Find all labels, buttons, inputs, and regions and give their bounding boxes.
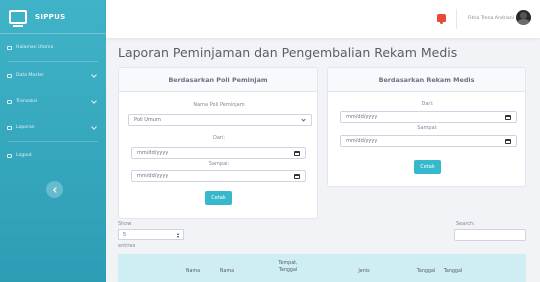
- dari-label: Dari:: [212, 135, 226, 141]
- sampai-placeholder: mm/dd/yyyy: [137, 173, 169, 179]
- sidebar-toggle-button[interactable]: [46, 181, 63, 198]
- entries-label: entries: [118, 243, 136, 249]
- user-name[interactable]: Fitria Trena Andriani: [468, 16, 514, 21]
- card-header: Berdasarkan Rekam Medis: [328, 68, 525, 92]
- sidebar-item-data-master[interactable]: Data Master: [0, 64, 106, 87]
- brand-name: SIPPUS: [35, 12, 66, 21]
- topbar-divider: [456, 9, 457, 29]
- sidebar-item-transaksi[interactable]: Transaksi: [0, 90, 106, 113]
- sampai-placeholder: mm/dd/yyyy: [346, 138, 378, 144]
- folder-icon: [7, 73, 12, 78]
- sidebar-item-label: Transaksi: [16, 99, 38, 104]
- card-poli-peminjam: Berdasarkan Poli Peminjam Nama Poli Pemi…: [118, 67, 318, 219]
- column-header-tanggal-2[interactable]: Tanggal: [438, 268, 468, 275]
- sampai-date-input[interactable]: mm/dd/yyyy: [131, 170, 306, 182]
- sidebar: SIPPUS Halaman Utama Data Master Transak…: [0, 0, 106, 282]
- chevron-down-icon: [91, 72, 97, 78]
- dari-date-input[interactable]: mm/dd/yyyy: [340, 111, 517, 123]
- sidebar-divider: [8, 61, 98, 62]
- exchange-icon: [7, 99, 12, 104]
- dari-placeholder: mm/dd/yyyy: [137, 150, 169, 156]
- sampai-label: Sampai:: [208, 161, 230, 167]
- dari-placeholder: mm/dd/yyyy: [346, 114, 378, 120]
- sidebar-item-label: Halaman Utama: [16, 45, 54, 50]
- avatar[interactable]: [516, 10, 531, 25]
- entries-select-value: 5: [123, 231, 127, 238]
- column-header-tanggal-1[interactable]: Tanggal: [411, 268, 441, 275]
- sidebar-item-laporan[interactable]: Laporan: [0, 116, 106, 139]
- logout-icon: [7, 153, 12, 158]
- dashboard-icon: [7, 45, 12, 50]
- poli-select[interactable]: Poli Umum: [128, 114, 312, 126]
- entries-select[interactable]: 5 ▴ ▾: [118, 229, 184, 240]
- column-header-nama-1[interactable]: Nama: [178, 268, 208, 275]
- sidebar-item-label: Data Master: [16, 73, 45, 78]
- monitor-icon: [9, 9, 27, 27]
- sampai-date-input[interactable]: mm/dd/yyyy: [340, 135, 517, 147]
- table-header-row: Nama Nama Tempat, Tanggal Jenis Tanggal …: [118, 254, 526, 282]
- sidebar-item-label: Laporan: [16, 125, 35, 130]
- poli-select-value: Poli Umum: [134, 117, 161, 123]
- column-header-tempat-tanggal[interactable]: Tempat, Tanggal: [268, 260, 308, 274]
- bell-icon[interactable]: [437, 14, 446, 24]
- calendar-icon[interactable]: [294, 151, 300, 156]
- sidebar-item-label: Logout: [16, 153, 32, 158]
- report-icon: [7, 125, 12, 130]
- column-header-nama-2[interactable]: Nama: [212, 268, 242, 275]
- cetak-button[interactable]: Cetak: [205, 191, 232, 205]
- card-header: Berdasarkan Poli Peminjam: [119, 68, 317, 92]
- brand[interactable]: SIPPUS: [0, 0, 106, 34]
- sidebar-item-halaman-utama[interactable]: Halaman Utama: [0, 36, 106, 59]
- dari-date-input[interactable]: mm/dd/yyyy: [131, 147, 306, 159]
- chevron-down-icon: [91, 124, 97, 130]
- chevron-down-icon: [301, 117, 306, 122]
- calendar-icon[interactable]: [505, 115, 511, 120]
- chevron-down-icon: [91, 98, 97, 104]
- search-label: Search:: [456, 221, 475, 227]
- dari-label: Dari:: [421, 101, 434, 107]
- cetak-button[interactable]: Cetak: [414, 160, 441, 174]
- sampai-label: Sampai:: [417, 125, 438, 131]
- chevron-left-icon: [52, 186, 59, 193]
- show-label: Show: [118, 221, 132, 227]
- calendar-icon[interactable]: [505, 139, 511, 144]
- page-title: Laporan Peminjaman dan Pengembalian Reka…: [118, 45, 458, 60]
- sidebar-item-logout[interactable]: Logout: [0, 144, 106, 167]
- updown-icon: ▴ ▾: [176, 231, 179, 239]
- topbar: Fitria Trena Andriani: [106, 0, 540, 38]
- poli-label: Nama Poli Peminjam: [193, 102, 245, 108]
- calendar-icon[interactable]: [294, 174, 300, 179]
- column-header-jenis[interactable]: Jenis: [349, 268, 379, 275]
- card-rekam-medis: Berdasarkan Rekam Medis Dari: mm/dd/yyyy…: [327, 67, 526, 187]
- sidebar-divider: [8, 141, 98, 142]
- search-input[interactable]: [454, 229, 526, 241]
